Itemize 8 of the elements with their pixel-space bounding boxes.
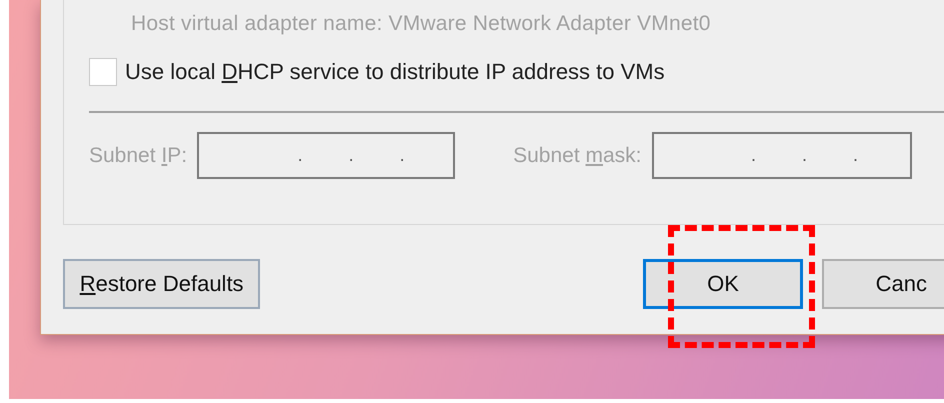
adapter-name-label: Host virtual adapter name: VMware Network Adapter VMnet0 (131, 12, 712, 36)
dhcp-checkbox[interactable] (89, 58, 117, 86)
dialog-button[interactable]: Restore Defaults (63, 259, 260, 309)
subnet-label: Subnet mask: (513, 144, 642, 168)
dialog-button[interactable]: Canc (822, 259, 944, 309)
dialog-button[interactable]: OK (643, 259, 803, 309)
dhcp-label[interactable]: Use local DHCP service to distribute IP address to VMs (125, 59, 665, 85)
subnet-label: Subnet IP: (89, 144, 188, 168)
